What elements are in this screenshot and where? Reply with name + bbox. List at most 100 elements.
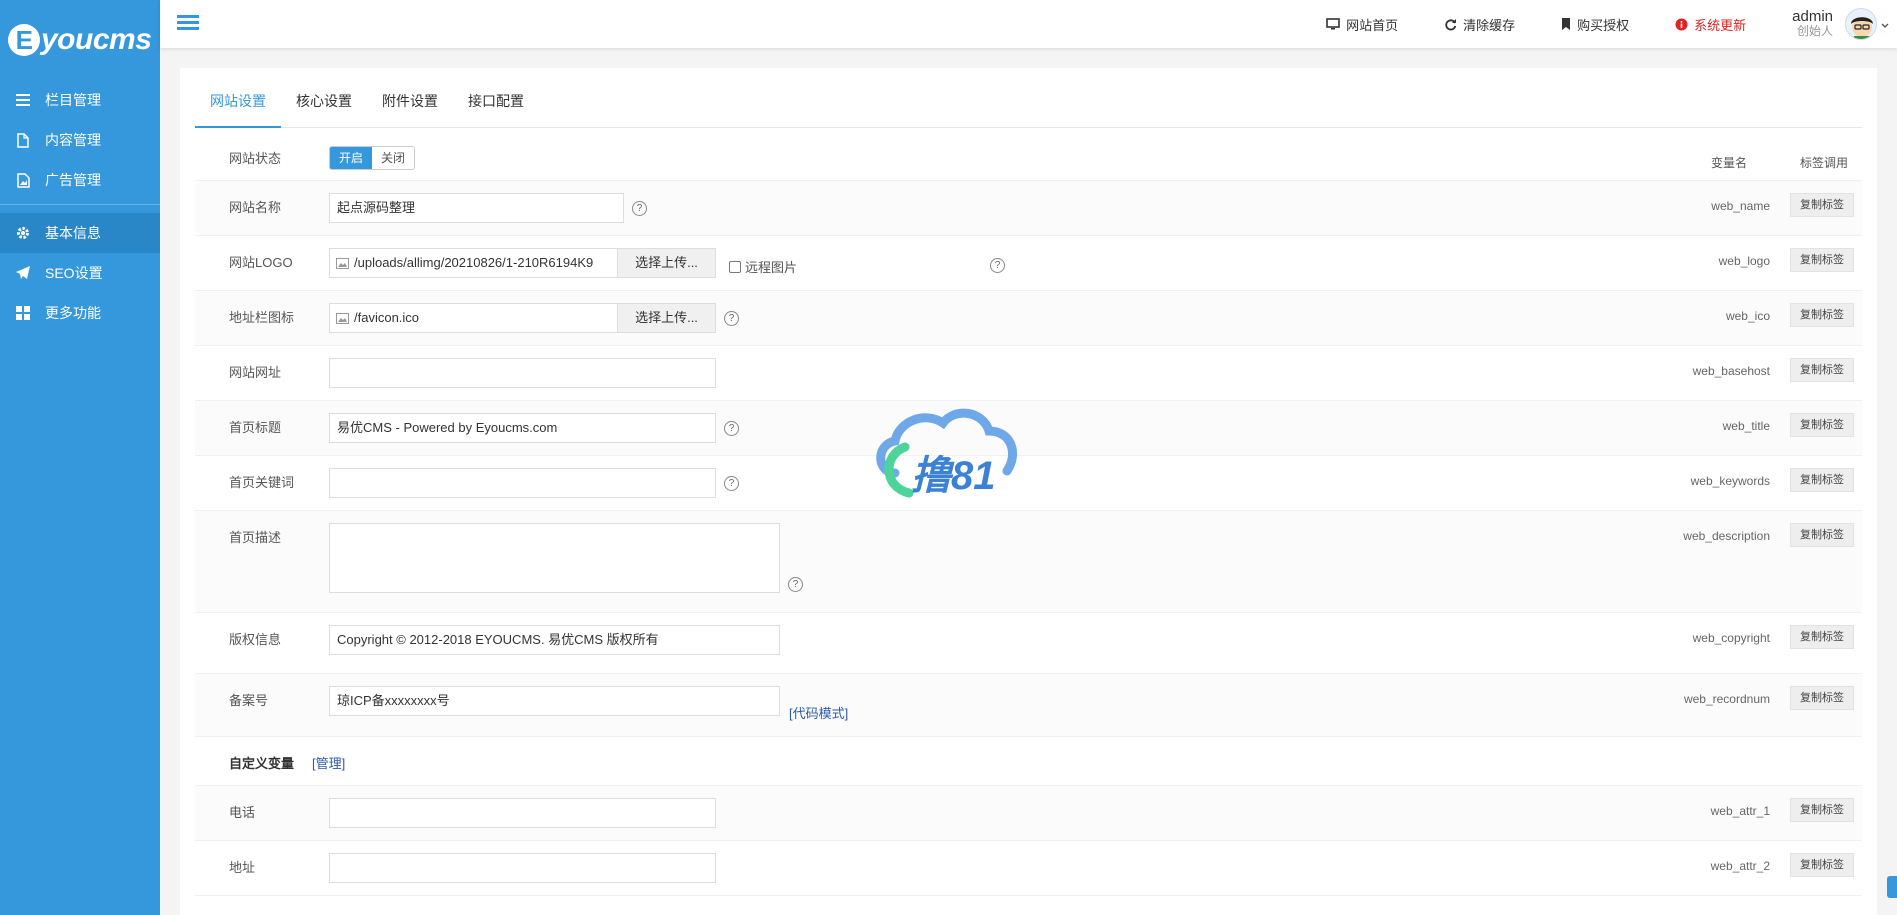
image-icon: [330, 304, 354, 332]
sidebar-item-more[interactable]: 更多功能: [0, 293, 160, 333]
field-label: 版权信息: [229, 632, 282, 647]
help-icon[interactable]: ?: [990, 258, 1005, 273]
copy-tag-button[interactable]: 复制标签: [1790, 686, 1854, 710]
var-name: web_description: [1683, 529, 1770, 543]
help-icon[interactable]: ?: [788, 577, 803, 592]
var-name: web_logo: [1718, 254, 1770, 268]
info-icon: [1675, 18, 1688, 31]
list-icon: [15, 92, 31, 108]
copy-tag-button[interactable]: 复制标签: [1790, 853, 1854, 877]
clear-cache-link[interactable]: 清除缓存: [1444, 15, 1515, 34]
address-input[interactable]: [329, 853, 716, 883]
tab-site-settings[interactable]: 网站设置: [195, 86, 281, 128]
refresh-icon: [1444, 18, 1457, 31]
buy-license-link[interactable]: 购买授权: [1561, 15, 1629, 34]
remote-image-option[interactable]: 远程图片: [729, 257, 797, 276]
row-record-number: 备案号 琼ICP备xxxxxxxx号 [代码模式] web_recordnum …: [195, 674, 1862, 737]
logo-file-input[interactable]: /uploads/allimg/20210826/1-210R6194K9 选择…: [329, 248, 716, 278]
site-home-link[interactable]: 网站首页: [1326, 15, 1398, 34]
row-basehost: 网站网址 web_basehost 复制标签: [195, 346, 1862, 401]
copy-tag-button[interactable]: 复制标签: [1790, 625, 1854, 649]
top-link-label: 清除缓存: [1463, 17, 1516, 33]
manage-link[interactable]: [管理]: [312, 753, 345, 772]
tab-api-config[interactable]: 接口配置: [453, 86, 539, 128]
site-name-input[interactable]: 起点源码整理: [329, 193, 624, 223]
upload-button[interactable]: 选择上传...: [617, 249, 715, 277]
row-home-description: 首页描述 ? web_description 复制标签: [195, 511, 1862, 613]
copy-tag-button[interactable]: 复制标签: [1790, 248, 1854, 272]
home-keywords-input[interactable]: [329, 468, 716, 498]
copy-tag-button[interactable]: 复制标签: [1790, 303, 1854, 327]
remote-image-label: 远程图片: [745, 260, 798, 275]
basehost-input[interactable]: [329, 358, 716, 388]
chevron-down-icon[interactable]: [1881, 17, 1889, 32]
help-icon[interactable]: ?: [724, 421, 739, 436]
help-icon[interactable]: ?: [724, 311, 739, 326]
field-label: 网站LOGO: [229, 255, 293, 270]
field-label: 网站名称: [229, 200, 282, 215]
code-mode-link[interactable]: [代码模式]: [789, 703, 848, 722]
copy-tag-button[interactable]: 复制标签: [1790, 413, 1854, 437]
sidebar-item-ads[interactable]: 广告管理: [0, 160, 160, 200]
field-label: 首页标题: [229, 420, 282, 435]
home-description-textarea[interactable]: [329, 523, 780, 593]
side-tab-button[interactable]: [1887, 876, 1897, 898]
top-link-label: 购买授权: [1577, 17, 1630, 33]
copy-tag-button[interactable]: 复制标签: [1790, 468, 1854, 492]
user-menu[interactable]: admin 创始人: [1792, 8, 1889, 40]
nav-group-content: 栏目管理 内容管理 广告管理: [0, 80, 160, 205]
system-update-link[interactable]: 系统更新: [1675, 15, 1746, 34]
field-label: 地址栏图标: [229, 310, 295, 325]
sidebar: E youcms 栏目管理 内容管理 广告管理 基本信息 SEO设置 更多功能: [0, 0, 160, 915]
tab-core-settings[interactable]: 核心设置: [281, 86, 367, 128]
record-number-textarea[interactable]: 琼ICP备xxxxxxxx号: [329, 686, 780, 716]
status-off-option[interactable]: 关闭: [372, 147, 415, 169]
logo-text: youcms: [41, 23, 152, 56]
settings-tabs: 网站设置 核心设置 附件设置 接口配置: [195, 86, 1862, 128]
row-site-name: 网站名称 起点源码整理 ? web_name 复制标签: [195, 181, 1862, 236]
row-phone: 电话 web_attr_1 复制标签: [195, 786, 1862, 841]
favicon-file-input[interactable]: /favicon.ico 选择上传...: [329, 303, 716, 333]
paper-plane-icon: [15, 265, 31, 281]
status-on-option[interactable]: 开启: [330, 147, 373, 169]
var-name: web_attr_1: [1710, 804, 1770, 818]
sidebar-item-label: SEO设置: [45, 265, 103, 281]
logo[interactable]: E youcms: [0, 0, 160, 80]
var-name: web_basehost: [1692, 364, 1770, 378]
watermark-logo: 撸81: [865, 403, 1031, 509]
phone-input[interactable]: [329, 798, 716, 828]
custom-vars-title: 自定义变量: [229, 756, 295, 771]
top-links: 网站首页 清除缓存 购买授权 系统更新 admin 创始人: [1326, 0, 1897, 48]
copy-tag-button[interactable]: 复制标签: [1790, 523, 1854, 547]
row-copyright: 版权信息 Copyright © 2012-2018 EYOUCMS. 易优CM…: [195, 613, 1862, 674]
image-icon: [330, 249, 354, 277]
copy-tag-button[interactable]: 复制标签: [1790, 798, 1854, 822]
help-icon[interactable]: ?: [632, 201, 647, 216]
image-icon: [15, 172, 31, 188]
user-role: 创始人: [1796, 24, 1833, 38]
menu-toggle-icon[interactable]: [177, 12, 199, 34]
copy-tag-button[interactable]: 复制标签: [1790, 358, 1854, 382]
field-label: 网站状态: [229, 151, 282, 166]
sidebar-item-content[interactable]: 内容管理: [0, 120, 160, 160]
row-site-logo: 网站LOGO /uploads/allimg/20210826/1-210R61…: [195, 236, 1862, 291]
gear-icon: [15, 225, 31, 241]
tab-attachment-settings[interactable]: 附件设置: [367, 86, 453, 128]
avatar[interactable]: [1845, 8, 1877, 40]
copyright-textarea[interactable]: Copyright © 2012-2018 EYOUCMS. 易优CMS 版权所…: [329, 625, 780, 655]
top-link-label: 系统更新: [1694, 17, 1747, 33]
sidebar-item-basic-info[interactable]: 基本信息: [0, 213, 160, 253]
sidebar-item-columns[interactable]: 栏目管理: [0, 80, 160, 120]
home-title-input[interactable]: 易优CMS - Powered by Eyoucms.com: [329, 413, 716, 443]
sidebar-item-seo[interactable]: SEO设置: [0, 253, 160, 293]
upload-button[interactable]: 选择上传...: [617, 304, 715, 332]
sidebar-item-label: 内容管理: [45, 132, 101, 148]
remote-image-checkbox[interactable]: [729, 260, 741, 273]
var-name: web_title: [1722, 419, 1770, 433]
user-name: admin: [1792, 8, 1833, 25]
copy-tag-button[interactable]: 复制标签: [1790, 193, 1854, 217]
watermark-text: 撸81: [911, 454, 996, 498]
site-status-toggle[interactable]: 开启 关闭: [329, 146, 416, 170]
file-icon: [15, 132, 31, 148]
help-icon[interactable]: ?: [724, 476, 739, 491]
